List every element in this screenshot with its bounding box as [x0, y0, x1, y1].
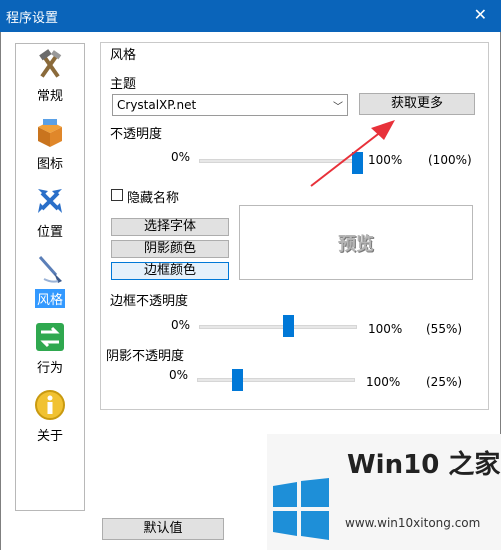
- watermark-domain: www.win10xitong.com: [345, 516, 481, 530]
- watermark-title: Win10 之家: [347, 450, 501, 480]
- watermark-logo: Win10 之家 www.win10xitong.com: [267, 434, 501, 550]
- windows-logo-icon: [273, 478, 329, 540]
